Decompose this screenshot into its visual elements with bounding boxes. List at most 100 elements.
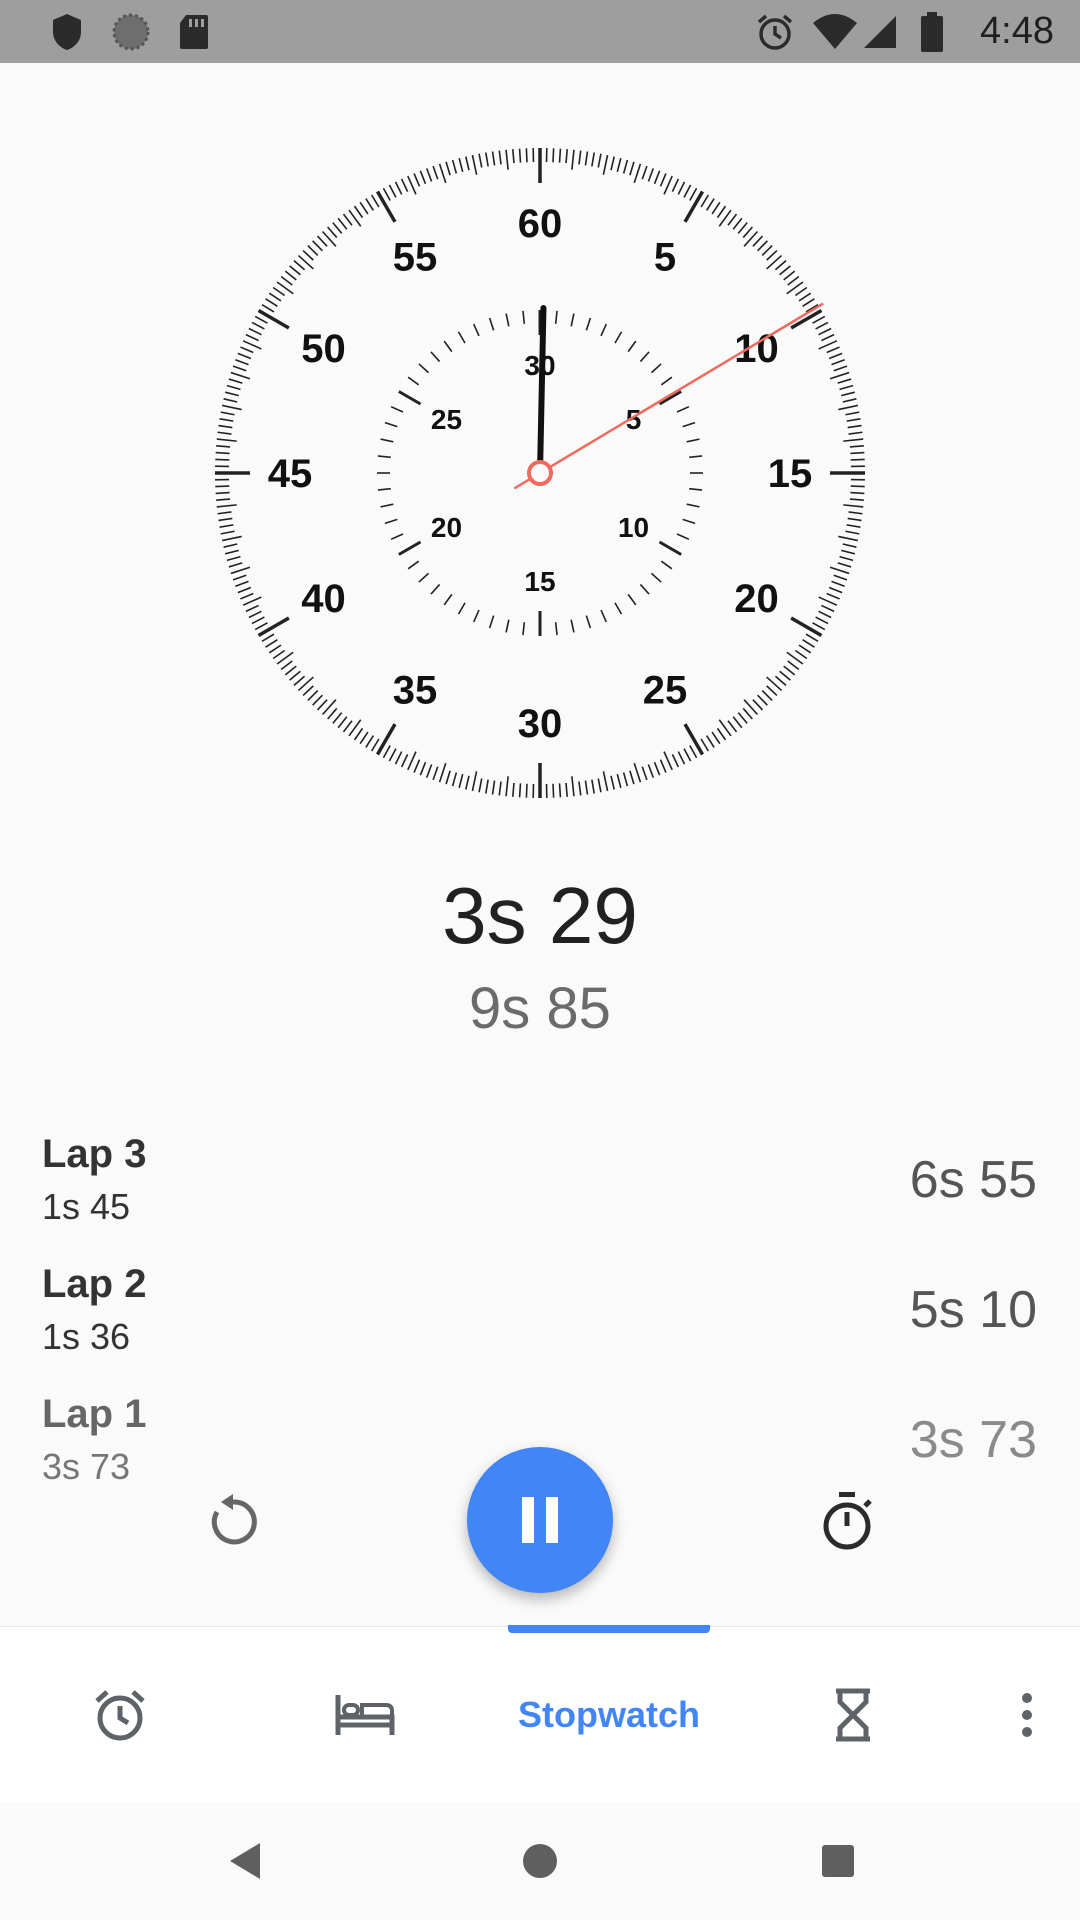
dial-minor-tick [370,194,380,208]
dial-minor-tick [225,549,239,555]
dial-minor-tick [388,184,397,198]
dial-minor-tick [491,151,496,166]
dial-minor-tick [659,173,667,187]
dial-minor-tick [821,333,835,342]
bedtime-icon [335,1695,395,1735]
dial-minor-tick [798,292,812,302]
recents-button[interactable] [803,1802,873,1920]
dial-outer-label: 35 [393,669,438,713]
dial-minor-tick [485,779,489,794]
dial-minor-tick [451,159,458,174]
dial-minor-tick [683,184,692,198]
dial-minor-tick [610,156,615,171]
subdial-minor-tick [639,351,650,363]
dial-minor-tick [216,504,237,508]
dial-minor-tick [633,762,642,783]
stopwatch-dial: 6051015202530354045505530510152025 [0,63,1080,823]
subdial-label: 25 [431,404,462,435]
dial-minor-tick [242,340,262,350]
lap-button[interactable] [817,1490,877,1554]
dial-minor-tick [689,745,698,759]
dial-minor-tick [312,240,323,252]
dial-minor-tick [218,517,233,522]
dial-minor-tick [838,404,859,411]
dial-minor-tick [272,286,286,297]
dial-minor-tick [818,327,832,336]
more-icon [1022,1693,1032,1737]
home-button[interactable] [505,1802,575,1920]
dial-minor-tick [261,633,275,643]
pause-button[interactable] [467,1447,613,1593]
cell-signal-icon [862,0,898,63]
subdial-minor-tick [676,405,690,413]
tab-timer[interactable] [793,1627,913,1803]
dial-minor-tick [837,378,852,384]
dial-minor-tick [802,298,815,308]
subdial-minor-tick [407,560,420,570]
subdial-major-tick [658,540,682,556]
battery-icon [920,0,944,63]
stopwatch-icon [823,1492,872,1550]
subdial-label: 10 [618,512,649,543]
dial-minor-tick [584,780,589,795]
dial-minor-tick [774,260,787,271]
subdial-minor-tick [443,593,453,606]
subdial-label: 20 [431,512,462,543]
recents-icon [822,1845,854,1877]
back-button[interactable] [210,1802,280,1920]
dial-minor-tick [831,358,845,366]
reset-button[interactable] [203,1492,263,1552]
subdial-minor-tick [390,405,404,413]
dial-minor-tick [597,153,602,168]
dial-minor-tick [230,566,251,575]
dial-minor-tick [394,751,403,765]
subdial-minor-tick [488,317,495,331]
dial-minor-tick [818,610,832,619]
dial-minor-tick [221,404,242,411]
dial-outer-label: 45 [268,452,313,496]
dial-minor-tick [689,187,698,201]
tab-bedtime[interactable] [305,1627,425,1803]
more-options-button[interactable] [997,1627,1057,1803]
dial-minor-tick [332,712,343,724]
tab-stopwatch[interactable]: Stopwatch [508,1627,710,1803]
dial-minor-tick [215,485,230,488]
subdial-minor-tick [380,503,394,508]
lap-name: Lap 1 [42,1392,147,1436]
dial-minor-tick [671,178,680,192]
subdial-minor-tick [627,593,637,606]
dial-minor-tick [316,699,328,711]
dial-minor-tick [302,685,314,697]
subdial-minor-tick [430,583,441,595]
lap-split: 1s 36 [42,1316,131,1357]
dial-minor-tick [779,670,791,681]
dial-minor-tick [388,748,397,762]
subdial-minor-tick [660,560,673,570]
dial-minor-tick [235,358,249,366]
tab-stopwatch-label: Stopwatch [517,1694,700,1735]
dial-minor-tick [850,451,865,455]
dial-minor-tick [552,783,555,798]
subdial-minor-tick [407,376,420,386]
dial-minor-tick [254,315,268,324]
dial-minor-tick [223,543,238,548]
system-navigation-bar [0,1802,1080,1920]
dial-minor-tick [616,158,622,172]
dial-outer-label: 15 [768,452,813,496]
subdial-minor-tick [472,609,480,623]
dial-minor-tick [833,365,848,372]
dial-minor-tick [451,772,458,787]
dial-outer-label: 20 [734,577,779,621]
dial-minor-tick [332,222,343,234]
dial-minor-tick [478,778,483,793]
dial-minor-tick [307,245,319,256]
tab-alarm[interactable] [60,1627,180,1803]
dial-minor-tick [842,543,857,548]
lap-name: Lap 3 [42,1132,147,1176]
dial-minor-tick [842,398,857,403]
dial-minor-tick [841,391,855,397]
dial-minor-tick [438,163,447,184]
dial-minor-tick [841,549,855,555]
dial-minor-tick [289,265,301,276]
subdial-minor-tick [554,310,558,324]
